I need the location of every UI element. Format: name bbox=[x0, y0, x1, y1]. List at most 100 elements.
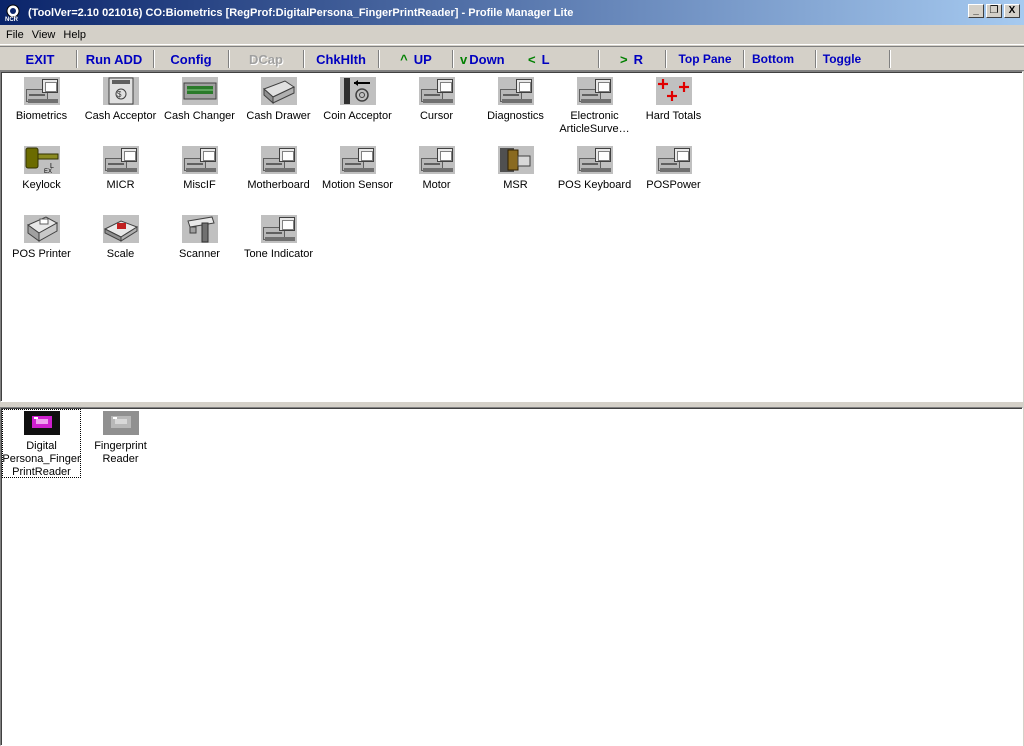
device-msr[interactable]: MSR bbox=[476, 143, 555, 192]
left-button[interactable]: < L bbox=[528, 50, 568, 68]
svg-text:EX: EX bbox=[44, 169, 52, 174]
tile-label: Cash Acceptor bbox=[84, 110, 157, 122]
device-pos-printer[interactable]: POS Printer bbox=[2, 212, 81, 261]
computer-icon bbox=[497, 77, 534, 105]
bottom-button[interactable]: Bottom bbox=[745, 50, 801, 68]
tile-label: MSR bbox=[503, 179, 528, 191]
device-motherboard[interactable]: Motherboard bbox=[239, 143, 318, 192]
cash-changer-icon bbox=[181, 77, 218, 105]
restore-button[interactable]: ❐ bbox=[986, 4, 1002, 18]
tile-label: Cash Drawer bbox=[246, 110, 311, 122]
cash-drawer-icon bbox=[260, 77, 297, 105]
svg-text:$: $ bbox=[117, 90, 122, 99]
computer-icon bbox=[418, 77, 455, 105]
arrow-right-icon: > bbox=[620, 51, 628, 67]
tile-label: Motherboard bbox=[247, 179, 310, 191]
device-motion-sensor[interactable]: Motion Sensor bbox=[318, 143, 397, 192]
down-label: Down bbox=[469, 51, 505, 67]
arrow-up-icon: ^ bbox=[400, 51, 408, 67]
top-pane-button[interactable]: Top Pane bbox=[667, 50, 743, 68]
config-button[interactable]: Config bbox=[155, 50, 227, 68]
computer-icon bbox=[102, 146, 139, 174]
coin-acceptor-icon bbox=[339, 77, 376, 105]
window-title: (ToolVer=2.10 021016) CO:Biometrics [Reg… bbox=[28, 6, 574, 19]
device-keylock[interactable]: L EX Keylock bbox=[2, 143, 81, 192]
scale-icon bbox=[102, 215, 139, 243]
device-diagnostics[interactable]: Diagnostics bbox=[476, 74, 555, 123]
hard-totals-icon bbox=[655, 77, 692, 105]
tile-label: Diagnostics bbox=[487, 110, 544, 122]
tile-label: POSPower bbox=[646, 179, 701, 191]
up-label: UP bbox=[413, 51, 432, 67]
device-pos-keyboard[interactable]: POS Keyboard bbox=[555, 143, 634, 192]
tile-label: Digital Persona_Finger PrintReader bbox=[2, 440, 81, 478]
device-scanner[interactable]: Scanner bbox=[160, 212, 239, 261]
minimize-button[interactable]: _ bbox=[968, 4, 984, 18]
toggle-label: Toggle bbox=[822, 52, 862, 66]
card-swipe-icon bbox=[497, 146, 534, 174]
device-electronic-article-surveillance[interactable]: Electronic ArticleSurve… bbox=[555, 74, 634, 136]
exit-button[interactable]: EXIT bbox=[4, 50, 76, 68]
exit-label: EXIT bbox=[25, 51, 55, 67]
bottom-pane[interactable]: Digital Persona_Finger PrintReader Finge… bbox=[0, 407, 1023, 746]
key-icon: L EX bbox=[23, 146, 60, 175]
menu-view[interactable]: View bbox=[28, 29, 60, 41]
device-biometrics[interactable]: Biometrics bbox=[2, 74, 81, 123]
toolbar: EXIT Run ADD Config DCap ChkHlth ^ UP v Do… bbox=[0, 46, 1024, 71]
device-pospower[interactable]: POSPower bbox=[634, 143, 713, 192]
right-label: R bbox=[633, 51, 643, 67]
chkhlth-label: ChkHlth bbox=[316, 51, 366, 67]
config-label: Config bbox=[170, 51, 212, 67]
arrow-left-icon: < bbox=[528, 51, 536, 67]
svg-text:NCR: NCR bbox=[5, 17, 19, 22]
dcap-button[interactable]: DCap bbox=[230, 50, 302, 68]
device-motor[interactable]: Motor bbox=[397, 143, 476, 192]
computer-icon bbox=[576, 77, 613, 105]
tile-label: Scale bbox=[106, 248, 135, 260]
tile-label: Keylock bbox=[22, 179, 61, 191]
up-button[interactable]: ^ UP bbox=[380, 50, 452, 68]
device-cash-acceptor[interactable]: $ Cash Acceptor bbox=[81, 74, 160, 123]
device-coin-acceptor[interactable]: Coin Acceptor bbox=[318, 74, 397, 123]
top-pane-label: Top Pane bbox=[678, 52, 732, 66]
top-pane[interactable]: Biometrics $ Cash Acceptor Cash Changer … bbox=[0, 71, 1023, 402]
down-button[interactable]: v Down bbox=[460, 50, 524, 68]
run-add-button[interactable]: Run ADD bbox=[78, 50, 150, 68]
device-cursor[interactable]: Cursor bbox=[397, 74, 476, 123]
menu-file[interactable]: File bbox=[2, 29, 28, 41]
tile-label: Biometrics bbox=[15, 110, 68, 122]
device-micr[interactable]: MICR bbox=[81, 143, 160, 192]
tile-label: Hard Totals bbox=[645, 110, 702, 122]
device-tone-indicator[interactable]: Tone Indicator bbox=[239, 212, 318, 261]
computer-icon bbox=[23, 77, 60, 105]
left-label: L bbox=[541, 51, 550, 67]
menu-bar: File View Help bbox=[0, 25, 1024, 45]
tile-label: POS Keyboard bbox=[557, 179, 632, 191]
toggle-button[interactable]: Toggle bbox=[817, 50, 867, 68]
bottom-label: Bottom bbox=[752, 52, 794, 66]
tile-label: Tone Indicator bbox=[243, 248, 314, 260]
scanner-icon bbox=[181, 215, 218, 243]
computer-icon bbox=[576, 146, 613, 174]
device-cash-changer[interactable]: Cash Changer bbox=[160, 74, 239, 123]
profile-fingerprint-reader[interactable]: Fingerprint Reader bbox=[81, 409, 160, 466]
tile-label: Cash Changer bbox=[164, 110, 235, 122]
tile-label: MICR bbox=[106, 179, 135, 191]
chkhlth-button[interactable]: ChkHlth bbox=[305, 50, 377, 68]
run-add-label: Run ADD bbox=[85, 51, 143, 67]
close-button[interactable]: X bbox=[1004, 4, 1020, 18]
computer-icon bbox=[418, 146, 455, 174]
tile-label: Fingerprint Reader bbox=[94, 440, 147, 465]
tile-label: Scanner bbox=[179, 248, 220, 260]
right-button[interactable]: > R bbox=[620, 50, 660, 68]
menu-help[interactable]: Help bbox=[59, 29, 90, 41]
computer-icon bbox=[339, 146, 376, 174]
device-scale[interactable]: Scale bbox=[81, 212, 160, 261]
computer-icon bbox=[260, 215, 297, 243]
profile-digital-persona-fingerprintreader[interactable]: Digital Persona_Finger PrintReader bbox=[2, 409, 81, 478]
device-hard-totals[interactable]: Hard Totals bbox=[634, 74, 713, 123]
device-miscif[interactable]: MiscIF bbox=[160, 143, 239, 192]
tile-label: Coin Acceptor bbox=[323, 110, 392, 122]
tile-label: POS Printer bbox=[12, 248, 71, 260]
device-cash-drawer[interactable]: Cash Drawer bbox=[239, 74, 318, 123]
